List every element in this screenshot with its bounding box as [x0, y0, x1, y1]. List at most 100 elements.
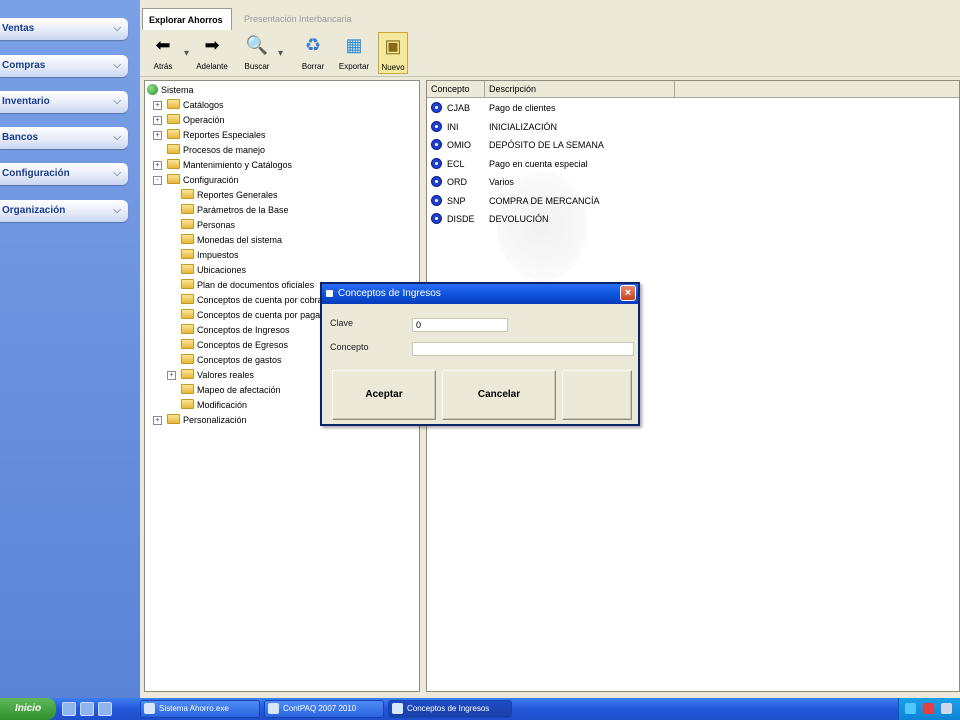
tab-explorar-ahorros[interactable]: Explorar Ahorros [142, 8, 232, 30]
column-header-descripcion[interactable]: Descripción [485, 81, 675, 97]
list-item[interactable]: ORD Varios [427, 173, 959, 191]
back-label: Atrás [153, 62, 173, 71]
chevron-down-icon: ⌵ [113, 168, 121, 179]
concepto-label: Concepto [330, 342, 369, 352]
network-icon[interactable] [905, 703, 916, 714]
tree-node[interactable]: Reportes Especiales [167, 128, 266, 143]
tree-root[interactable]: Sistema [147, 83, 194, 98]
sidebar-button-organizacion[interactable]: Organización ⌵ [0, 200, 128, 222]
sidebar-button-compras[interactable]: Compras ⌵ [0, 55, 128, 77]
back-button[interactable]: ⬅ Atrás [148, 32, 178, 74]
tree-node[interactable]: Plan de documentos oficiales [181, 278, 314, 293]
folder-icon [181, 324, 194, 334]
quicklaunch-media-icon[interactable] [98, 702, 112, 716]
quicklaunch-browser-icon[interactable] [80, 702, 94, 716]
folder-icon [181, 279, 194, 289]
tree-node[interactable]: Conceptos de cuenta por cobrar [181, 293, 326, 308]
export-button[interactable]: ▦ Exportar [338, 32, 370, 74]
tree-node[interactable]: Impuestos [181, 248, 239, 263]
tree-node[interactable]: Valores reales [181, 368, 254, 383]
sidebar-button-inventario[interactable]: Inventario ⌵ [0, 91, 128, 113]
tree-node[interactable]: Mapeo de afectación [181, 383, 281, 398]
cancel-button[interactable]: Cancelar [442, 370, 556, 420]
tree-node[interactable]: Monedas del sistema [181, 233, 282, 248]
tree-node[interactable]: Operación [167, 113, 225, 128]
sidebar-button-label: Organización [2, 205, 66, 216]
security-icon[interactable] [923, 703, 934, 714]
tree-node[interactable]: Personas [181, 218, 235, 233]
tree-expander-icon[interactable]: + [153, 416, 162, 425]
tab-presentacion[interactable]: Presentación Interbancaria [238, 8, 390, 30]
list-item[interactable]: DISDE DEVOLUCIÓN [427, 210, 959, 228]
tree-node[interactable]: Reportes Generales [181, 188, 278, 203]
tree-node-label: Impuestos [197, 250, 239, 260]
delete-button[interactable]: ♻ Borrar [298, 32, 328, 74]
folder-icon [167, 144, 180, 154]
tree-node[interactable]: Personalización [167, 413, 247, 428]
folder-icon [167, 99, 180, 109]
concepto-input[interactable] [412, 342, 634, 356]
clave-input[interactable] [412, 318, 508, 332]
app-icon [326, 290, 333, 297]
tree-node[interactable]: Procesos de manejo [167, 143, 265, 158]
concept-code: OMIO [447, 140, 471, 150]
tree-node[interactable]: Parámetros de la Base [181, 203, 289, 218]
tree-node[interactable]: Modificación [181, 398, 247, 413]
forward-label: Adelante [196, 62, 228, 71]
quicklaunch-desktop-icon[interactable] [62, 702, 76, 716]
tree-expander-icon[interactable]: - [153, 176, 162, 185]
folder-icon [167, 174, 180, 184]
taskbar-item-active[interactable]: Conceptos de Ingresos [388, 700, 512, 718]
tree-expander-icon[interactable]: + [167, 371, 176, 380]
concept-icon [431, 194, 442, 206]
tree-node[interactable]: Configuración [167, 173, 239, 188]
volume-icon[interactable] [941, 703, 952, 714]
list-item[interactable]: CJAB Pago de clientes [427, 99, 959, 117]
sidebar-button-configuracion[interactable]: Configuración ⌵ [0, 163, 128, 185]
concept-code: SNP [447, 195, 466, 206]
search-label: Buscar [244, 62, 270, 71]
accept-button[interactable]: Aceptar [332, 370, 436, 420]
tree-node[interactable]: Conceptos de cuenta por pagar [181, 308, 323, 323]
chevron-down-icon: ⌵ [113, 132, 121, 143]
tree-node[interactable]: Conceptos de Egresos [181, 338, 288, 353]
tree-node-label: Reportes Especiales [183, 130, 266, 140]
tree-node-label: Conceptos de cuenta por pagar [197, 310, 324, 320]
list-item[interactable]: SNP COMPRA DE MERCANCÍA [427, 192, 959, 210]
tree-expander-icon[interactable]: + [153, 116, 162, 125]
sidebar-button-label: Configuración [2, 168, 70, 179]
concept-description: DEPÓSITO DE LA SEMANA [489, 140, 604, 150]
sidebar-button-ventas[interactable]: Ventas ⌵ [0, 18, 128, 40]
clave-label: Clave [330, 318, 354, 328]
tree-node[interactable]: Conceptos de gastos [181, 353, 282, 368]
tree-node-label: Configuración [183, 175, 239, 185]
taskbar-item[interactable]: ContPAQ 2007 2010 [264, 700, 384, 718]
taskbar-item[interactable]: Sistema Ahorro.exe [140, 700, 260, 718]
folder-icon [181, 204, 194, 214]
tree-node[interactable]: Mantenimiento y Catálogos [167, 158, 292, 173]
tree-node-label: Operación [183, 115, 225, 125]
tree-expander-icon[interactable]: + [153, 131, 162, 140]
column-header-concepto[interactable]: Concepto [427, 81, 485, 97]
taskbar: Inicio Sistema Ahorro.exe ContPAQ 2007 2… [0, 698, 960, 720]
concept-description: Pago de clientes [489, 103, 556, 113]
concept-icon [431, 102, 442, 113]
tree-node[interactable]: Ubicaciones [181, 263, 246, 278]
forward-button[interactable]: ➡ Adelante [194, 32, 230, 74]
tree-expander-icon[interactable]: + [153, 101, 162, 110]
list-item[interactable]: OMIO DEPÓSITO DE LA SEMANA [427, 136, 959, 154]
tree-node-label: Conceptos de Egresos [197, 340, 289, 350]
list-item[interactable]: ECL Pago en cuenta especial [427, 155, 959, 173]
search-button[interactable]: 🔍 Buscar [242, 32, 272, 74]
sidebar-button-bancos[interactable]: Bancos ⌵ [0, 127, 128, 149]
folder-icon [181, 234, 194, 244]
tree-expander-icon[interactable]: + [153, 161, 162, 170]
dialog-titlebar[interactable]: Conceptos de Ingresos × [322, 284, 638, 304]
toolbar-separator: ▾ [184, 48, 190, 59]
tree-node[interactable]: Catálogos [167, 98, 224, 113]
start-button[interactable]: Inicio [0, 698, 56, 720]
list-item[interactable]: INI INICIALIZACIÓN [427, 118, 959, 136]
close-button[interactable]: × [620, 285, 636, 301]
tree-node[interactable]: Conceptos de Ingresos [181, 323, 290, 338]
new-button[interactable]: ▣ Nuevo [378, 32, 408, 74]
